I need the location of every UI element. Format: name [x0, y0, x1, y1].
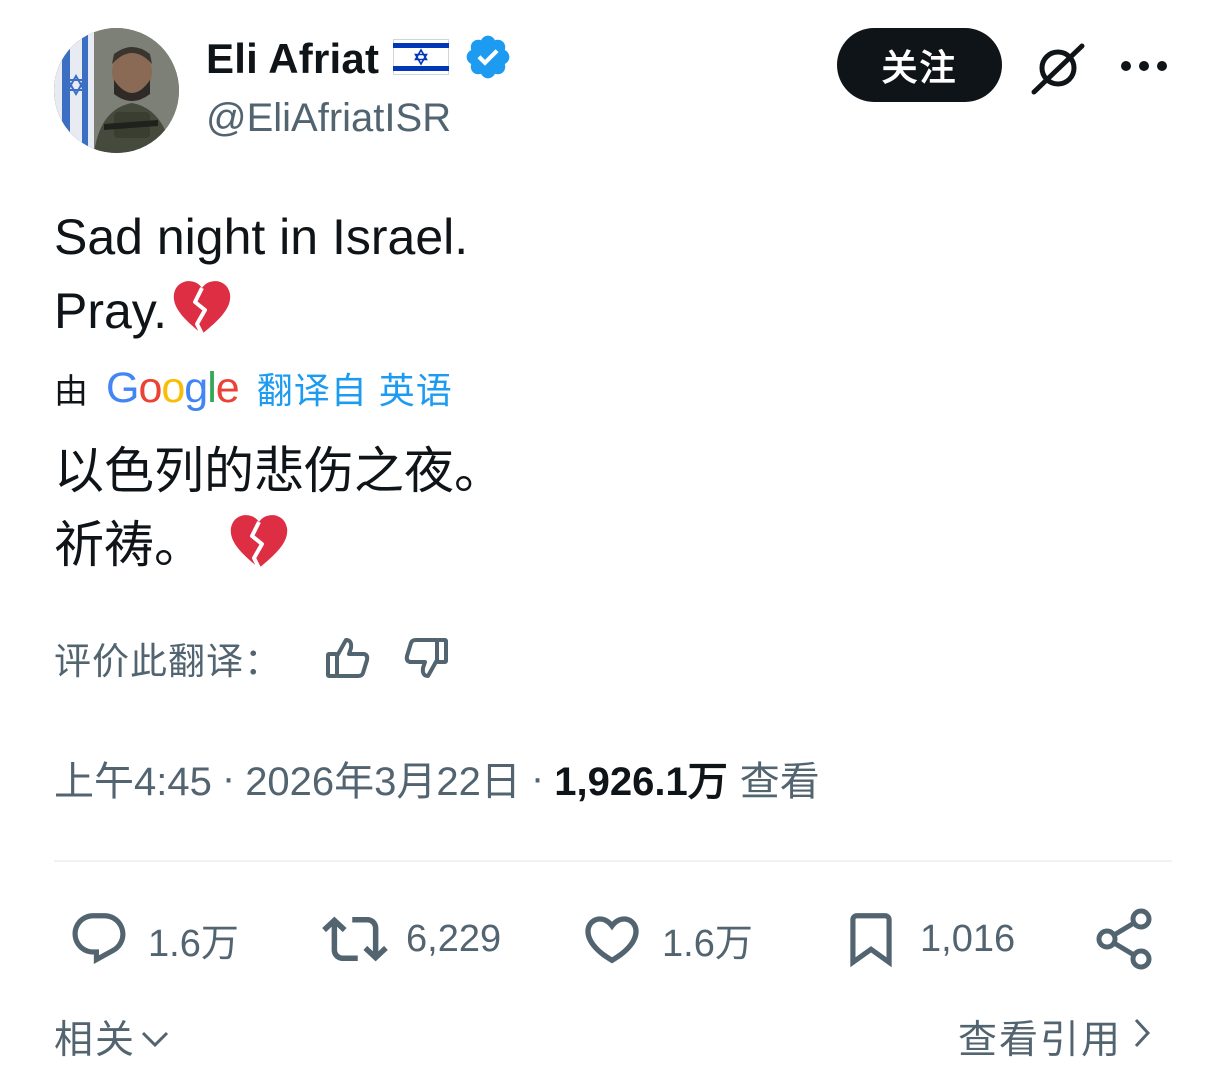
- heart-icon: [585, 916, 639, 964]
- translated-from-link[interactable]: 翻译自 英语: [257, 362, 453, 414]
- follow-button[interactable]: 关注: [837, 28, 1002, 102]
- views-label: 查看: [739, 760, 820, 804]
- google-logo: Google: [106, 363, 240, 412]
- translated-line-2: 祈祷。: [54, 508, 504, 590]
- view-quotes-link[interactable]: 查看引用: [958, 1010, 1152, 1064]
- share-button[interactable]: [1094, 904, 1156, 974]
- like-button[interactable]: 1.6万: [580, 904, 753, 974]
- bookmark-count: 1,016: [920, 917, 1016, 960]
- rate-translation-row: 评价此翻译：: [54, 630, 450, 686]
- bookmark-button[interactable]: 1,016: [840, 904, 1015, 974]
- tweet-line-2: Pray.: [54, 274, 468, 356]
- broken-heart-icon: [171, 278, 233, 356]
- grok-icon[interactable]: [1028, 40, 1088, 96]
- tweet-meta: 上午4:45 · 2026年3月22日 · 1,926.1万 查看: [54, 750, 820, 806]
- bookmark-icon: [850, 913, 892, 968]
- share-icon: [1096, 908, 1152, 970]
- reply-button[interactable]: 1.6万: [68, 904, 239, 974]
- translated-line-1: 以色列的悲伤之夜。: [54, 443, 504, 499]
- verified-badge-icon: [463, 32, 513, 87]
- translated-by-label: 由: [54, 372, 88, 411]
- author-display-name[interactable]: Eli Afriat: [206, 35, 379, 83]
- retweet-button[interactable]: 6,229: [322, 904, 501, 974]
- tweet-line-1: Sad night in Israel.: [54, 209, 469, 265]
- retweet-icon: [322, 916, 388, 962]
- reply-count: 1.6万: [148, 922, 239, 965]
- tweet-time[interactable]: 上午4:45: [54, 749, 212, 807]
- divider: [54, 860, 1172, 862]
- view-quotes-label: 查看引用: [958, 1019, 1123, 1062]
- more-icon[interactable]: [1118, 54, 1170, 78]
- tweet-text: Sad night in Israel. Pray.: [54, 200, 468, 356]
- thumbs-down-icon[interactable]: [402, 634, 450, 682]
- israel-flag-icon: [393, 38, 450, 80]
- thumbs-up-icon[interactable]: [324, 634, 372, 682]
- translation-attribution: 由 Google 翻译自 英语: [54, 362, 453, 414]
- author-name-row: Eli Afriat: [206, 32, 513, 86]
- chevron-right-icon: [1132, 1015, 1152, 1059]
- broken-heart-icon: [228, 512, 290, 590]
- retweet-count: 6,229: [406, 917, 502, 960]
- meta-separator: ·: [530, 755, 545, 800]
- author-handle[interactable]: @EliAfriatISR: [206, 96, 451, 141]
- reply-icon: [72, 913, 126, 965]
- related-label: 相关: [54, 1019, 137, 1062]
- like-count: 1.6万: [662, 922, 753, 965]
- translated-line-2-text: 祈祷。: [54, 517, 204, 573]
- translated-text: 以色列的悲伤之夜。 祈祷。: [54, 434, 504, 590]
- meta-separator: ·: [221, 755, 236, 800]
- chevron-down-icon: [140, 1015, 170, 1059]
- views-count: 1,926.1万: [554, 760, 728, 804]
- tweet-line-2-text: Pray.: [54, 283, 167, 339]
- rate-translation-label: 评价此翻译：: [54, 641, 282, 682]
- tweet-date[interactable]: 2026年3月22日: [245, 749, 521, 807]
- related-toggle[interactable]: 相关: [54, 1010, 170, 1064]
- avatar[interactable]: [54, 28, 179, 153]
